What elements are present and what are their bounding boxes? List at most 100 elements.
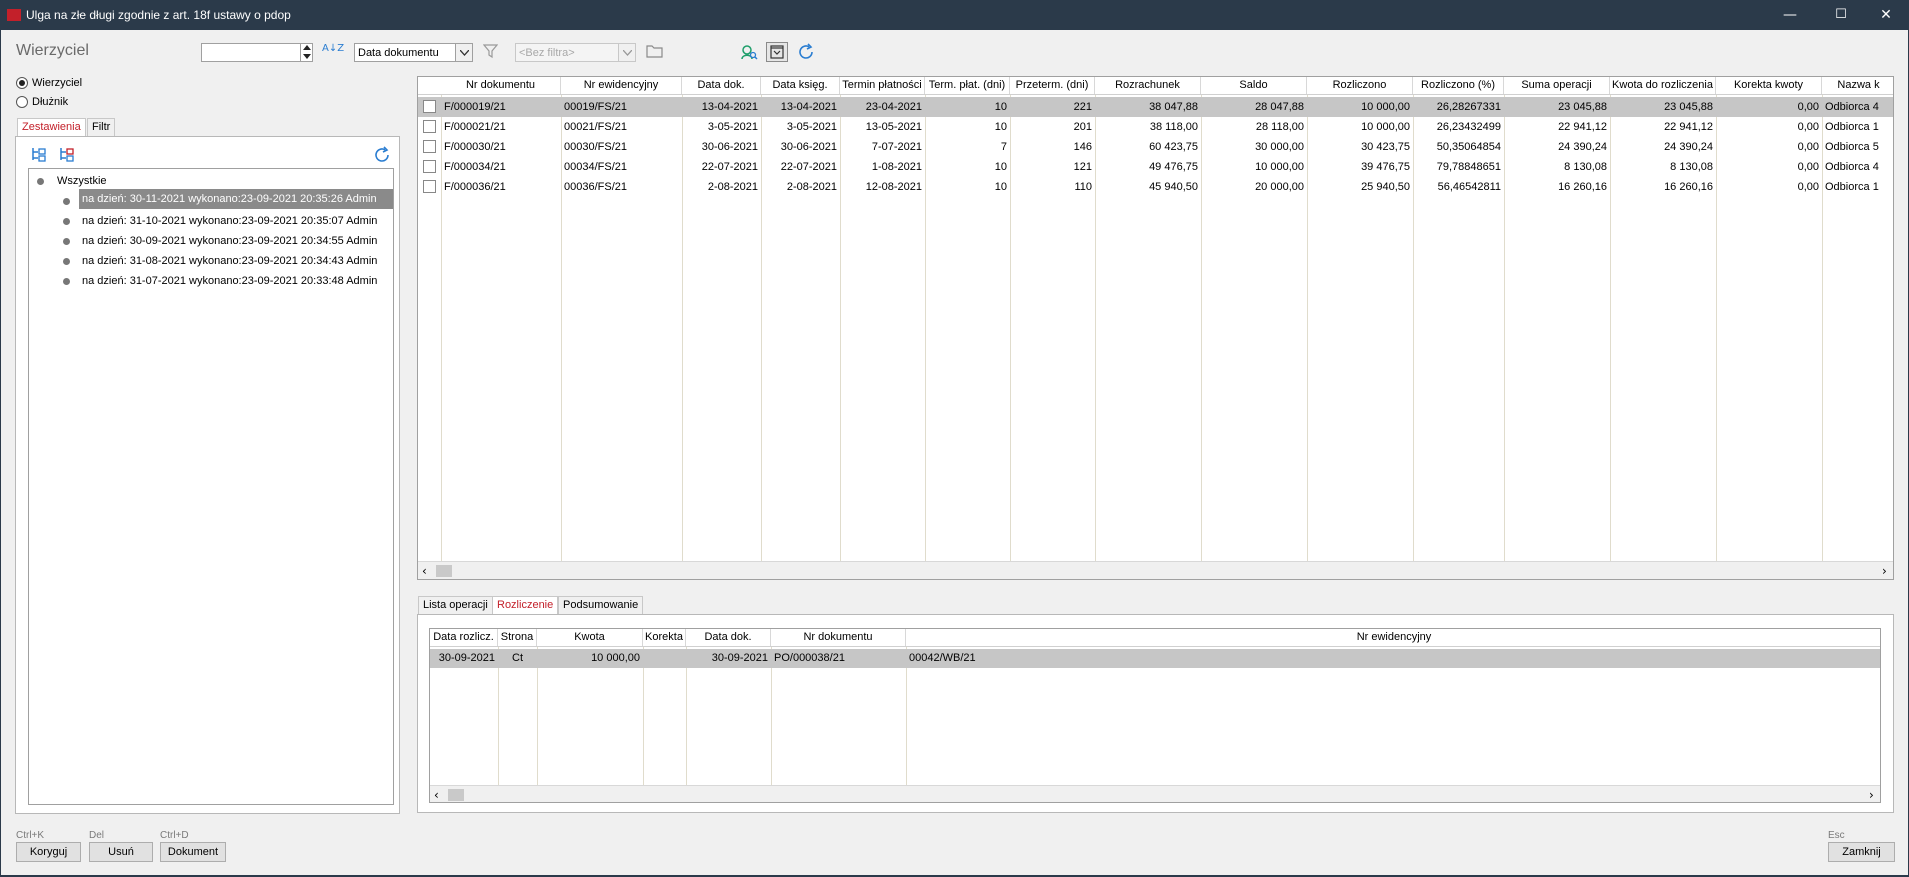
column-header[interactable]: Kwota: [537, 629, 643, 646]
row-checkbox[interactable]: [423, 160, 436, 173]
tab-summary[interactable]: Podsumowanie: [558, 596, 644, 614]
chevron-down-icon[interactable]: [618, 44, 635, 61]
date-combo[interactable]: Data dokumentu: [354, 43, 473, 62]
column-header[interactable]: Kwota do rozliczenia: [1610, 77, 1716, 94]
cell: 00019/FS/21: [564, 101, 627, 113]
row-checkbox[interactable]: [423, 120, 436, 133]
scroll-left-icon[interactable]: ‹: [434, 788, 439, 802]
cell: 24 390,24: [1664, 141, 1713, 153]
column-header[interactable]: Rozliczono (%): [1413, 77, 1504, 94]
cell: 7: [1000, 141, 1007, 153]
table-row[interactable]: F/000036/21 00036/FS/21 2-08-2021 2-08-2…: [418, 177, 1893, 197]
row-checkbox[interactable]: [423, 140, 436, 153]
spinner[interactable]: [300, 44, 312, 61]
radio-creditor[interactable]: [16, 77, 28, 89]
column-header[interactable]: Strona: [498, 629, 537, 646]
user-search-icon[interactable]: [740, 44, 758, 63]
column-header[interactable]: Nr ewidencyjny: [906, 629, 1880, 646]
column-header[interactable]: Data dok.: [682, 77, 761, 94]
column-header[interactable]: Przeterm. (dni): [1010, 77, 1095, 94]
column-header[interactable]: Rozliczono: [1307, 77, 1413, 94]
collapse-tree-icon[interactable]: [58, 146, 75, 166]
column-header[interactable]: Rozrachunek: [1095, 77, 1201, 94]
column-header[interactable]: Termin płatności: [840, 77, 925, 94]
tree-item[interactable]: na dzień: 30-09-2021 wykonano:23-09-2021…: [82, 235, 377, 247]
column-header[interactable]: Nr dokumentu: [441, 77, 561, 94]
scrollbar-thumb[interactable]: [448, 789, 464, 801]
column-header[interactable]: Korekta kwoty: [1716, 77, 1822, 94]
cell: F/000034/21: [444, 161, 506, 173]
table-row[interactable]: F/000019/21 00019/FS/21 13-04-2021 13-04…: [418, 97, 1893, 117]
tree-item-bullet: [63, 258, 70, 265]
refresh-icon[interactable]: [373, 146, 391, 167]
cell: 0,00: [1797, 121, 1819, 133]
cell: 50,35064854: [1436, 141, 1501, 153]
scroll-left-icon[interactable]: ‹: [422, 564, 427, 578]
correct-button[interactable]: Koryguj: [16, 842, 81, 862]
tree-item[interactable]: na dzień: 31-07-2021 wykonano:23-09-2021…: [82, 275, 377, 287]
column-header[interactable]: Korekta: [643, 629, 686, 646]
number-input[interactable]: [201, 43, 313, 62]
document-button[interactable]: Dokument: [160, 842, 226, 862]
close-icon[interactable]: ✕: [1863, 0, 1909, 30]
delete-button[interactable]: Usuń: [89, 842, 153, 862]
table-row[interactable]: F/000030/21 00030/FS/21 30-06-2021 30-06…: [418, 137, 1893, 157]
export-icon[interactable]: [766, 42, 788, 62]
spin-down-icon[interactable]: [303, 54, 311, 59]
radio-debtor[interactable]: [16, 96, 28, 108]
column-header[interactable]: Nr ewidencyjny: [561, 77, 682, 94]
horizontal-scrollbar[interactable]: ‹ ›: [418, 561, 1893, 579]
tab-settlement[interactable]: Rozliczenie: [492, 596, 559, 614]
close-button[interactable]: Zamknij: [1828, 842, 1895, 862]
tab-statements[interactable]: Zestawienia: [17, 118, 86, 136]
column-header[interactable]: Saldo: [1201, 77, 1307, 94]
tab-filter[interactable]: Filtr: [87, 118, 116, 136]
tree-item[interactable]: na dzień: 31-10-2021 wykonano:23-09-2021…: [82, 215, 377, 227]
column-header[interactable]: Nr dokumentu: [771, 629, 906, 646]
number-input-field[interactable]: [202, 44, 298, 61]
folder-icon[interactable]: [646, 44, 663, 61]
tree-root-item[interactable]: Wszystkie: [57, 175, 107, 187]
table-row[interactable]: 30-09-2021 Ct 10 000,00 30-09-2021 PO/00…: [430, 649, 1880, 668]
horizontal-scrollbar[interactable]: ‹ ›: [430, 785, 1880, 802]
filter-icon[interactable]: [482, 44, 499, 62]
cell: 16 260,16: [1664, 181, 1713, 193]
column-header[interactable]: Term. płat. (dni): [925, 77, 1010, 94]
column-header[interactable]: Data rozlicz.: [430, 629, 498, 646]
filter-combo[interactable]: <Bez filtra>: [515, 43, 636, 62]
cell: 146: [1073, 141, 1092, 153]
sort-icon[interactable]: A↓Z: [322, 44, 344, 54]
spin-up-icon[interactable]: [303, 45, 311, 50]
row-checkbox[interactable]: [423, 100, 436, 113]
title-bar: Ulga na złe długi zgodnie z art. 18f ust…: [0, 0, 1909, 30]
column-header[interactable]: Suma operacji: [1504, 77, 1610, 94]
cell: 39 476,75: [1361, 161, 1410, 173]
cell: 30-06-2021: [701, 141, 758, 153]
cell: Ct: [512, 652, 523, 664]
expand-tree-icon[interactable]: [30, 146, 47, 166]
tab-operations-list[interactable]: Lista operacji: [418, 596, 493, 614]
maximize-icon[interactable]: ☐: [1818, 0, 1864, 30]
cell: [643, 649, 686, 668]
column-header[interactable]: Nazwa k: [1822, 77, 1893, 94]
scroll-right-icon[interactable]: ›: [1869, 788, 1874, 802]
tree-item-bullet: [63, 198, 70, 205]
cell: F/000019/21: [444, 101, 506, 113]
tree-item[interactable]: na dzień: 30-11-2021 wykonano:23-09-2021…: [79, 189, 393, 209]
cell: 10: [994, 181, 1007, 193]
scrollbar-thumb[interactable]: [436, 565, 452, 577]
table-row[interactable]: F/000021/21 00021/FS/21 3-05-2021 3-05-2…: [418, 117, 1893, 137]
minimize-icon[interactable]: —: [1767, 0, 1813, 30]
tree-item[interactable]: na dzień: 31-08-2021 wykonano:23-09-2021…: [82, 255, 377, 267]
cell: 3-05-2021: [786, 121, 837, 133]
row-checkbox[interactable]: [423, 180, 436, 193]
refresh-icon[interactable]: [797, 43, 815, 64]
statements-tree: Wszystkie na dzień: 30-11-2021 wykonano:…: [28, 168, 394, 805]
column-header[interactable]: Data księg.: [761, 77, 840, 94]
scroll-right-icon[interactable]: ›: [1882, 564, 1887, 578]
column-header[interactable]: Data dok.: [686, 629, 771, 646]
chevron-down-icon[interactable]: [455, 44, 472, 61]
table-row[interactable]: F/000034/21 00034/FS/21 22-07-2021 22-07…: [418, 157, 1893, 177]
cell: 10: [994, 101, 1007, 113]
cell: 13-05-2021: [865, 121, 922, 133]
